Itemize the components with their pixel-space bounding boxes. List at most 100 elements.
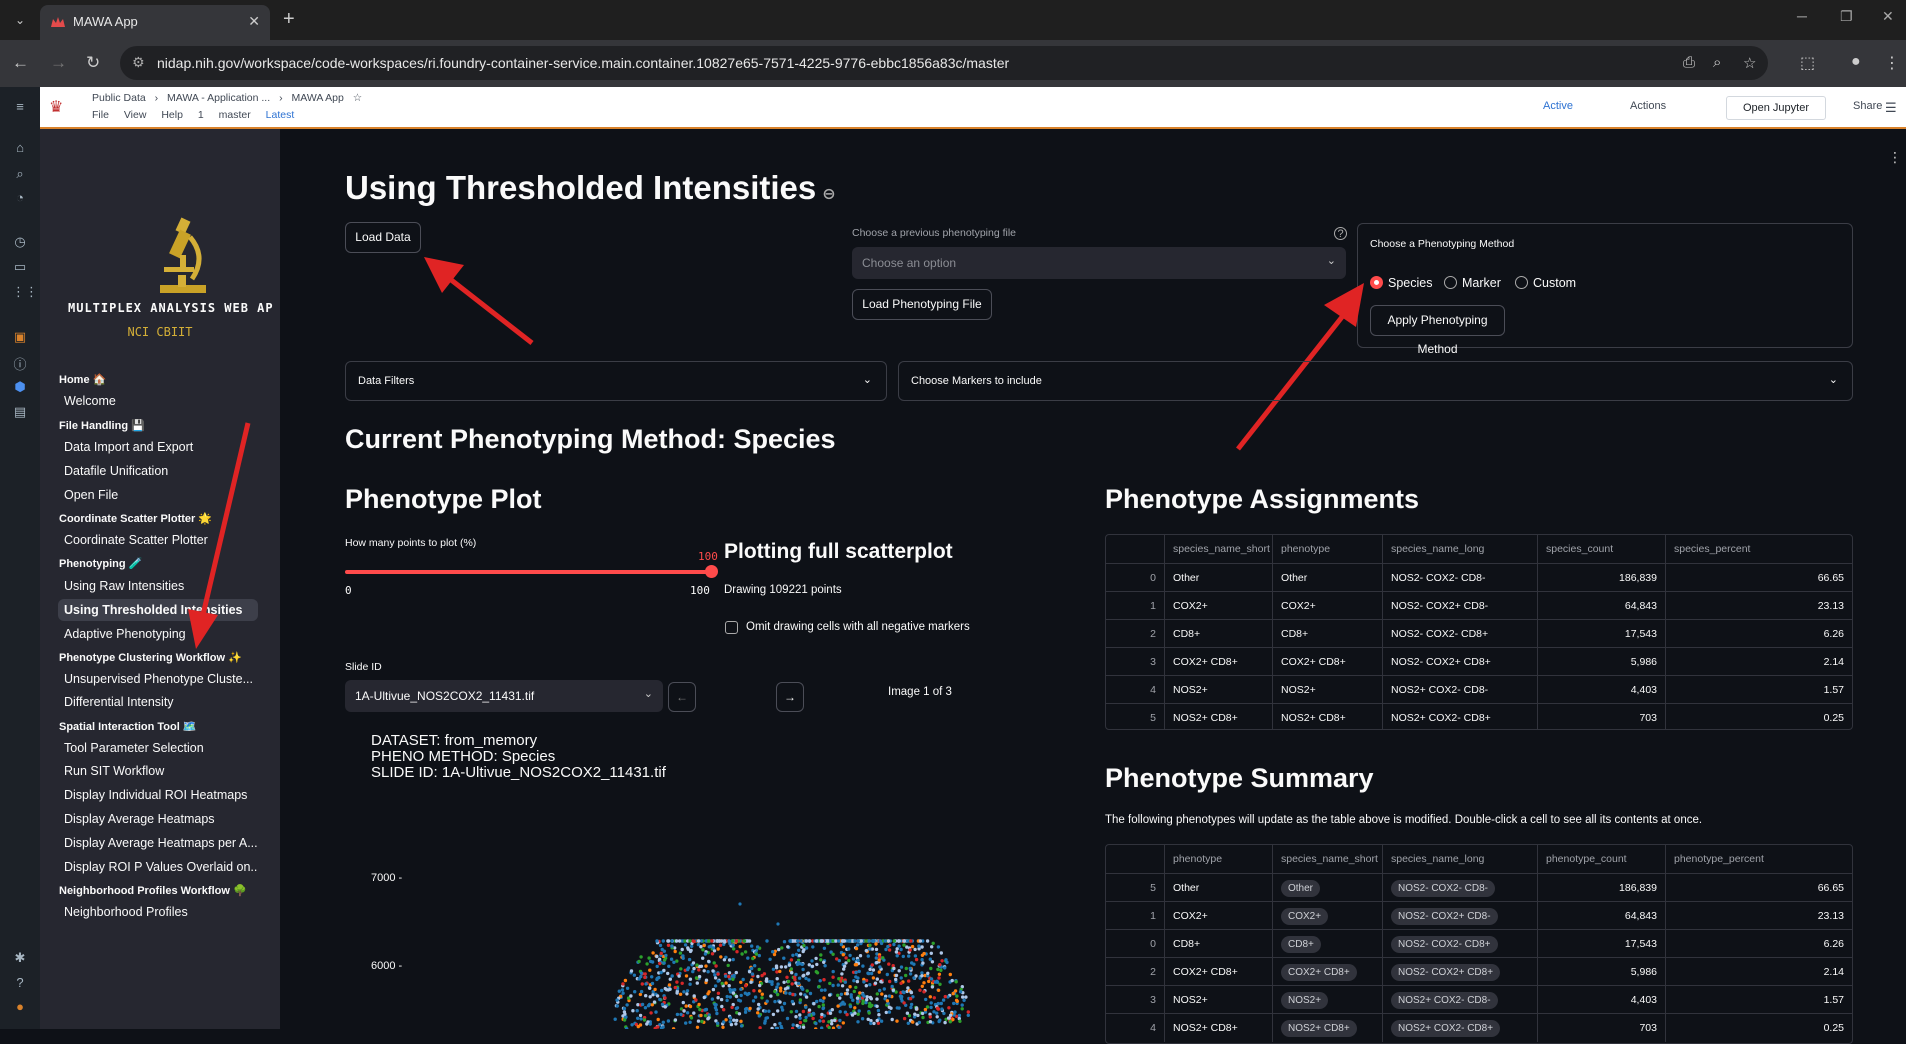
table-cell[interactable]: NOS2- COX2- CD8- (1382, 564, 1537, 592)
back-icon[interactable]: ← (12, 53, 29, 73)
table-row[interactable]: 1 COX2+ COX2+ NOS2- COX2+ CD8- 64,843 23.13 (1106, 901, 1852, 930)
table-cell[interactable]: 2 (1106, 620, 1164, 648)
table-cell[interactable]: 4,403 (1537, 676, 1665, 704)
share-button[interactable]: Share (1853, 100, 1882, 112)
nav-item-tool-parameter[interactable]: Tool Parameter Selection (58, 737, 258, 759)
table-cell[interactable]: CD8+ (1272, 930, 1382, 958)
breadcrumb-item[interactable]: MAWA - Application ... (167, 92, 270, 104)
load-data-button[interactable]: Load Data (345, 222, 421, 253)
table-cell[interactable]: 66.65 (1665, 874, 1852, 902)
table-cell[interactable]: CD8+ (1164, 620, 1272, 648)
table-cell[interactable]: 1.57 (1665, 676, 1852, 704)
folder-icon[interactable]: ▭ (12, 259, 28, 275)
table-cell[interactable]: 703 (1537, 1014, 1665, 1042)
history-icon[interactable]: ◷ (12, 234, 28, 250)
cube-icon[interactable]: ⬢ (12, 379, 28, 395)
menu-file[interactable]: File (92, 109, 109, 121)
load-phenotyping-file-button[interactable]: Load Phenotyping File (852, 289, 992, 320)
nav-item-neighborhood-profiles[interactable]: Neighborhood Profiles (58, 901, 258, 923)
table-cell[interactable]: 1 (1106, 902, 1164, 930)
help-tooltip-icon[interactable]: ? (1334, 227, 1347, 240)
table-row[interactable]: 4 NOS2+ CD8+ NOS2+ CD8+ NOS2+ COX2- CD8+ 703… (1106, 1013, 1852, 1042)
close-tab-icon[interactable]: ✕ (248, 13, 260, 30)
points-slider-track[interactable] (345, 570, 712, 574)
tab-search-icon[interactable]: ⌄ (10, 10, 30, 30)
anchor-link-icon[interactable]: ⊖ (822, 186, 835, 203)
table-cell[interactable]: 6.26 (1665, 930, 1852, 958)
table-cell[interactable]: 64,843 (1537, 592, 1665, 620)
prev-image-button[interactable]: ← (668, 682, 696, 712)
table-cell[interactable]: NOS2+ COX2- CD8+ (1382, 704, 1537, 729)
active-status[interactable]: Active (1543, 100, 1573, 112)
table-cell[interactable]: NOS2+ COX2- CD8- (1382, 676, 1537, 704)
branch-selector[interactable]: master (219, 109, 251, 121)
table-cell[interactable]: COX2+ CD8+ (1272, 648, 1382, 676)
help-icon[interactable]: ? (12, 975, 28, 990)
radio-custom[interactable]: Custom (1515, 276, 1576, 290)
workspace-icon[interactable]: ▣ (12, 329, 28, 345)
nav-item-unsupervised-clustering[interactable]: Unsupervised Phenotype Cluste... (58, 668, 258, 690)
main-menu-icon[interactable]: ⋮ (1888, 149, 1902, 166)
apply-phenotyping-method-button[interactable]: Apply Phenotyping Method (1370, 305, 1505, 356)
table-row[interactable]: 0 CD8+ CD8+ NOS2- COX2- CD8+ 17,543 6.26 (1106, 929, 1852, 958)
home-icon[interactable]: ⌂ (12, 140, 28, 155)
table-cell[interactable]: COX2+ (1164, 592, 1272, 620)
table-cell[interactable]: COX2+ (1272, 902, 1382, 930)
phenotype-summary-table[interactable]: phenotype species_name_short species_name_… (1105, 844, 1853, 1044)
browser-menu-icon[interactable]: ⋮ (1884, 53, 1900, 73)
table-cell[interactable]: NOS2- COX2- CD8+ (1382, 930, 1537, 958)
apps-grid-icon[interactable]: ⋮⋮ (12, 284, 38, 300)
table-row[interactable]: 2 CD8+ CD8+ NOS2- COX2- CD8+ 17,543 6.26 (1106, 619, 1852, 648)
table-cell[interactable]: 2.14 (1665, 958, 1852, 986)
table-header-cell[interactable]: species_name_short (1272, 845, 1382, 873)
table-cell[interactable]: 2 (1106, 958, 1164, 986)
profile-icon[interactable]: ● (1851, 53, 1861, 71)
table-cell[interactable]: 2.14 (1665, 648, 1852, 676)
table-header-cell[interactable]: phenotype_percent (1665, 845, 1852, 873)
table-header-cell[interactable]: phenotype (1164, 845, 1272, 873)
open-jupyter-button[interactable]: Open Jupyter (1726, 96, 1826, 120)
table-cell[interactable]: NOS2+ CD8+ (1272, 704, 1382, 729)
table-cell[interactable]: 3 (1106, 986, 1164, 1014)
table-cell[interactable]: 186,839 (1537, 874, 1665, 902)
table-row[interactable]: 5 NOS2+ CD8+ NOS2+ CD8+ NOS2+ COX2- CD8+ 703… (1106, 703, 1852, 729)
table-header-cell[interactable]: phenotype (1272, 535, 1382, 563)
menu-help[interactable]: Help (161, 109, 183, 121)
table-cell[interactable]: 703 (1537, 704, 1665, 729)
table-cell[interactable]: 23.13 (1665, 902, 1852, 930)
forward-icon[interactable]: → (50, 53, 67, 73)
browser-tab[interactable]: MAWA App ✕ (40, 5, 270, 40)
search-icon[interactable]: ⌕ (12, 166, 28, 182)
site-info-icon[interactable]: ⚙ (132, 54, 145, 71)
menu-view[interactable]: View (124, 109, 147, 121)
nav-item-average-heatmaps[interactable]: Display Average Heatmaps (58, 808, 258, 830)
table-cell[interactable]: CD8+ (1272, 620, 1382, 648)
table-cell[interactable]: NOS2- COX2+ CD8+ (1382, 958, 1537, 986)
user-avatar-icon[interactable]: ● (12, 999, 28, 1014)
phenotype-assignments-table[interactable]: species_name_short phenotype species_name_… (1105, 534, 1853, 730)
radio-species[interactable]: Species (1370, 276, 1432, 290)
table-header-cell[interactable]: species_percent (1665, 535, 1852, 563)
table-row[interactable]: 2 COX2+ CD8+ COX2+ CD8+ NOS2- COX2+ CD8+ 5,9… (1106, 957, 1852, 986)
table-cell[interactable]: NOS2+ (1164, 986, 1272, 1014)
foundry-logo-icon[interactable]: ♛ (49, 97, 63, 117)
table-cell[interactable]: 0 (1106, 930, 1164, 958)
table-cell[interactable]: COX2+ CD8+ (1164, 958, 1272, 986)
favorite-star-icon[interactable]: ☆ (353, 92, 362, 104)
table-row[interactable]: 0 Other Other NOS2- COX2- CD8- 186,839 66.65 (1106, 563, 1852, 592)
table-cell[interactable]: 186,839 (1537, 564, 1665, 592)
table-cell[interactable]: NOS2+ (1272, 986, 1382, 1014)
table-cell[interactable]: 5,986 (1537, 958, 1665, 986)
table-row[interactable]: 3 COX2+ CD8+ COX2+ CD8+ NOS2- COX2+ CD8+ 5,9… (1106, 647, 1852, 676)
table-cell[interactable]: 4 (1106, 1014, 1164, 1042)
info-icon[interactable]: ⓘ (12, 354, 28, 373)
table-header-cell[interactable]: species_name_long (1382, 535, 1537, 563)
table-cell[interactable]: 4,403 (1537, 986, 1665, 1014)
phenotype-scatter-plot[interactable] (590, 889, 1010, 1029)
collapse-icon[interactable]: ≡ (12, 99, 28, 114)
extensions-icon[interactable]: ⬚ (1800, 53, 1815, 73)
breadcrumb-item[interactable]: Public Data (92, 92, 146, 104)
table-cell[interactable]: COX2+ CD8+ (1272, 958, 1382, 986)
reload-icon[interactable]: ↻ (86, 53, 100, 73)
prev-file-select[interactable]: Choose an option ⌄ (852, 247, 1346, 279)
